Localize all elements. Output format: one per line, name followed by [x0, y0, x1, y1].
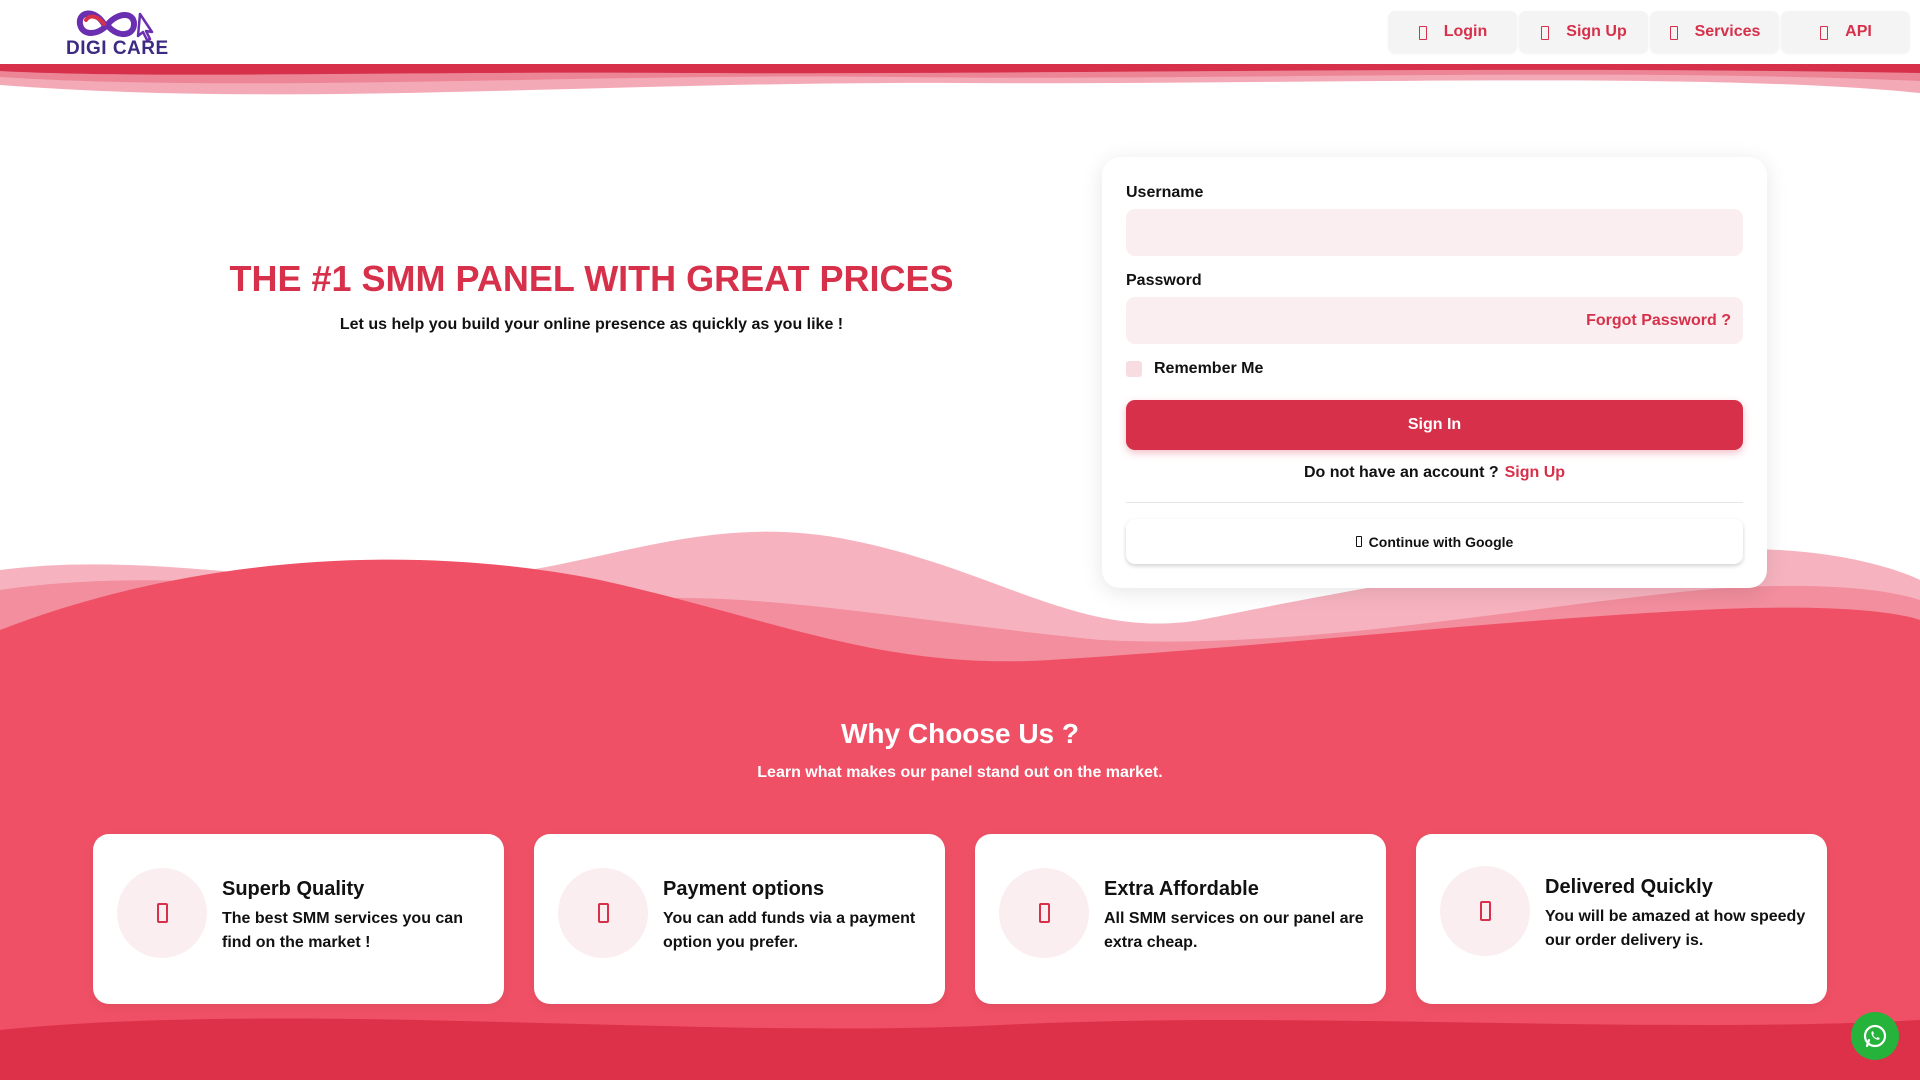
username-label: Username [1126, 184, 1204, 201]
star-icon [156, 903, 168, 923]
forgot-password-link[interactable]: Forgot Password ? [1586, 312, 1731, 330]
nav-api-label: API [1845, 23, 1872, 40]
user-plus-icon [1540, 26, 1550, 40]
feature-desc: The best SMM services you can find on th… [222, 910, 463, 951]
feature-desc: All SMM services on our panel are extra … [1104, 910, 1364, 951]
hero-subtitle: Let us help you build your online presen… [339, 316, 844, 333]
nav-services-button[interactable]: Services [1650, 11, 1779, 53]
feature-title: Superb Quality [222, 878, 365, 900]
feature-card-delivery: Delivered Quickly You will be amazed at … [1416, 834, 1827, 1004]
feature-icon-circle [558, 868, 648, 958]
feature-title: Payment options [663, 878, 825, 900]
login-card: Username Password Forgot Password ? Reme… [1102, 157, 1767, 588]
no-account-text: Do not have an account ? [1303, 464, 1499, 481]
remember-me-label: Remember Me [1154, 360, 1264, 377]
feature-card-payment: Payment options You can add funds via a … [534, 834, 945, 1004]
top-nav: Login Sign Up Services API [1388, 11, 1910, 53]
whatsapp-chat-button[interactable] [1851, 1012, 1899, 1060]
top-wave-decoration [0, 63, 1920, 95]
nav-signup-button[interactable]: Sign Up [1519, 11, 1648, 53]
feature-icon-circle [999, 868, 1089, 958]
feature-card-quality: Superb Quality The best SMM services you… [93, 834, 504, 1004]
feature-card-affordable: Extra Affordable All SMM services on our… [975, 834, 1386, 1004]
feature-icon-circle [1440, 866, 1530, 956]
whatsapp-icon [1863, 1024, 1887, 1048]
signup-prompt: Do not have an account ? Sign Up [1102, 464, 1767, 482]
google-signin-button[interactable]: Continue with Google [1126, 519, 1743, 564]
nav-login-button[interactable]: Login [1388, 11, 1517, 53]
username-input[interactable] [1126, 209, 1743, 256]
password-label: Password [1126, 272, 1202, 289]
logo-text: DIGI CARE [66, 38, 169, 59]
rocket-icon [1479, 901, 1491, 921]
code-icon [1819, 26, 1829, 40]
why-title: Why Choose Us ? [840, 718, 1079, 749]
google-signin-label: Continue with Google [1368, 533, 1514, 550]
nav-signup-label: Sign Up [1566, 23, 1627, 40]
sign-in-button[interactable]: Sign In [1126, 400, 1743, 450]
nav-api-button[interactable]: API [1781, 11, 1910, 53]
feature-title: Extra Affordable [1104, 878, 1259, 900]
nav-login-label: Login [1443, 23, 1488, 40]
tag-icon [1038, 903, 1050, 923]
signup-link[interactable]: Sign Up [1505, 464, 1565, 482]
sign-in-icon [1418, 26, 1427, 40]
google-icon [1355, 536, 1362, 547]
why-subtitle: Learn what makes our panel stand out on … [757, 764, 1163, 781]
credit-card-icon [597, 903, 609, 923]
feature-desc: You can add funds via a payment option y… [663, 910, 916, 951]
remember-me-checkbox[interactable] [1126, 361, 1142, 377]
site-header: DIGI CARE Login Sign Up Services API [0, 0, 1920, 64]
feature-icon-circle [117, 868, 207, 958]
list-icon [1669, 26, 1678, 40]
hero-title: THE #1 SMM PANEL WITH GREAT PRICES [229, 258, 954, 299]
divider [1126, 502, 1743, 503]
nav-services-label: Services [1694, 23, 1761, 40]
feature-title: Delivered Quickly [1545, 876, 1713, 898]
feature-desc: You will be amazed at how speedy our ord… [1545, 908, 1806, 949]
